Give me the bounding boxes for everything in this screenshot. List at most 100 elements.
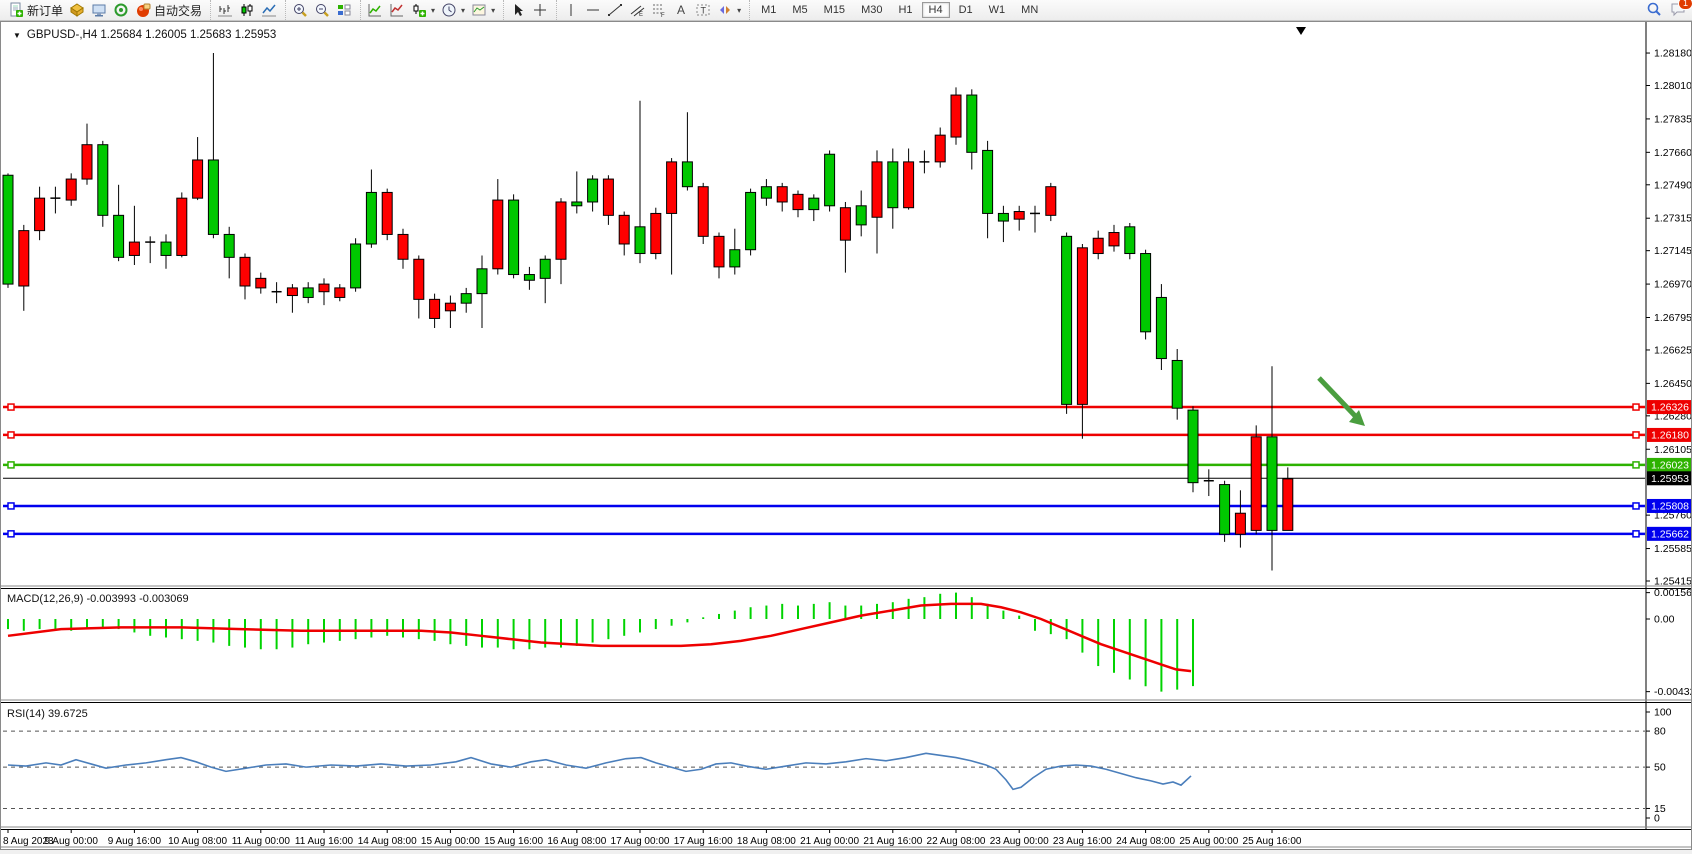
signals-icon — [113, 2, 129, 18]
template-button[interactable]: ▾ — [468, 1, 498, 19]
chart-collapse-icon[interactable]: ▼ — [13, 31, 21, 40]
new-order-button[interactable]: 新订单 — [5, 1, 66, 20]
candle-body — [3, 175, 13, 284]
candle-body — [1109, 233, 1119, 246]
new-order-button-label: 新订单 — [27, 2, 63, 19]
line-chart-button[interactable] — [258, 1, 280, 19]
hline-handle[interactable] — [8, 462, 14, 468]
candle-body — [825, 154, 835, 206]
timeframe-h1-button[interactable]: H1 — [891, 2, 919, 18]
candle-body — [414, 259, 424, 299]
hline-handle[interactable] — [1633, 432, 1639, 438]
candle-body — [667, 162, 677, 214]
periods-icon — [441, 2, 457, 18]
arrows-icon — [717, 2, 733, 18]
arrows-button[interactable]: ▾ — [714, 1, 744, 19]
toolbar-group: E F A T ▾ — [556, 0, 747, 20]
trendline-button[interactable] — [604, 1, 626, 19]
candle-body — [1093, 238, 1103, 253]
search-icon[interactable] — [1646, 1, 1662, 17]
svg-text:1.27490: 1.27490 — [1654, 179, 1691, 191]
data-window-button[interactable] — [386, 1, 408, 19]
chart-window[interactable]: ▼ GBPUSD-,H4 1.25684 1.26005 1.25683 1.2… — [0, 21, 1692, 850]
text-button[interactable]: A — [670, 1, 692, 19]
chart-title: ▼ GBPUSD-,H4 1.25684 1.26005 1.25683 1.2… — [13, 29, 276, 41]
svg-text:1.25585: 1.25585 — [1654, 543, 1691, 555]
new-chart-button[interactable]: ▾ — [408, 1, 438, 19]
timeframe-mn-button[interactable]: MN — [1014, 2, 1045, 18]
svg-text:1.26625: 1.26625 — [1654, 344, 1691, 356]
timeframe-toolbar: M1M5M15M30H1H4D1W1MN — [749, 0, 1049, 20]
timeframe-m15-button[interactable]: M15 — [817, 2, 852, 18]
auto-trading-button[interactable]: 自动交易 — [132, 1, 205, 20]
candlestick-chart-button[interactable] — [236, 1, 258, 19]
candle-body — [177, 198, 187, 255]
timeframe-m1-button[interactable]: M1 — [754, 2, 783, 18]
gold-button[interactable] — [66, 1, 88, 19]
signals-button[interactable] — [110, 1, 132, 19]
hline-handle[interactable] — [8, 503, 14, 509]
time-axis-label: 15 Aug 16:00 — [484, 836, 543, 847]
zoom-out-button[interactable] — [311, 1, 333, 19]
macd-indicator-label: MACD(12,26,9) -0.003993 -0.003069 — [7, 593, 189, 605]
candle-body — [588, 179, 598, 202]
notifications-icon[interactable]: 1 — [1670, 1, 1686, 17]
zoom-in-icon — [292, 2, 308, 18]
svg-text:1.27315: 1.27315 — [1654, 213, 1691, 225]
text-icon: A — [673, 2, 689, 18]
hline-handle[interactable] — [1633, 404, 1639, 410]
crosshair-button[interactable] — [529, 1, 551, 19]
chart-canvas[interactable]: 1.281801.280101.278351.276601.274901.273… — [1, 22, 1691, 849]
horizontal-line-button[interactable] — [582, 1, 604, 19]
indicators-button[interactable] — [364, 1, 386, 19]
candle-body — [303, 288, 313, 298]
candle-body — [366, 192, 376, 244]
time-axis-label: 23 Aug 16:00 — [1053, 836, 1112, 847]
periods-button[interactable]: ▾ — [438, 1, 468, 19]
line-chart-icon — [261, 2, 277, 18]
svg-text:F: F — [661, 13, 665, 18]
hline-handle[interactable] — [1633, 531, 1639, 537]
svg-text:E: E — [639, 12, 643, 18]
text-label-button[interactable]: T — [692, 1, 714, 19]
auto-trading-icon — [135, 2, 151, 18]
timeframe-m5-button[interactable]: M5 — [785, 2, 814, 18]
fibonacci-button[interactable]: F — [648, 1, 670, 19]
timeframe-h4-button[interactable]: H4 — [922, 2, 950, 18]
time-axis-label: 21 Aug 16:00 — [863, 836, 922, 847]
hline-handle[interactable] — [8, 432, 14, 438]
svg-text:0: 0 — [1654, 813, 1660, 825]
horizontal-line-icon — [585, 2, 601, 18]
template-button-dropdown-icon[interactable]: ▾ — [491, 6, 495, 15]
hline-handle[interactable] — [1633, 462, 1639, 468]
time-axis-label: 16 Aug 08:00 — [547, 836, 606, 847]
rsi-indicator-label: RSI(14) 39.6725 — [7, 708, 88, 720]
candle-body — [524, 275, 534, 281]
publisher-button[interactable] — [88, 1, 110, 19]
new-chart-button-dropdown-icon[interactable]: ▾ — [431, 6, 435, 15]
svg-text:1.27835: 1.27835 — [1654, 113, 1691, 125]
hline-handle[interactable] — [8, 404, 14, 410]
tile-windows-button[interactable] — [333, 1, 355, 19]
data-window-icon — [389, 2, 405, 18]
candle-body — [540, 259, 550, 278]
hline-handle[interactable] — [8, 531, 14, 537]
bar-chart-button[interactable] — [214, 1, 236, 19]
equidistant-channel-button[interactable]: E — [626, 1, 648, 19]
time-axis-label: 10 Aug 08:00 — [168, 836, 227, 847]
candle-body — [114, 215, 124, 257]
chart-title-text: GBPUSD-,H4 1.25684 1.26005 1.25683 1.259… — [27, 29, 276, 41]
vertical-line-button[interactable] — [560, 1, 582, 19]
candle-body — [98, 145, 108, 216]
cursor-button[interactable] — [507, 1, 529, 19]
candle-body — [983, 150, 993, 213]
zoom-in-button[interactable] — [289, 1, 311, 19]
timeframe-m30-button[interactable]: M30 — [854, 2, 889, 18]
timeframe-w1-button[interactable]: W1 — [982, 2, 1013, 18]
toolbar-group — [210, 0, 283, 20]
hline-handle[interactable] — [1633, 503, 1639, 509]
periods-button-dropdown-icon[interactable]: ▾ — [461, 6, 465, 15]
timeframe-d1-button[interactable]: D1 — [952, 2, 980, 18]
arrows-button-dropdown-icon[interactable]: ▾ — [737, 6, 741, 15]
svg-text:T: T — [701, 6, 707, 16]
